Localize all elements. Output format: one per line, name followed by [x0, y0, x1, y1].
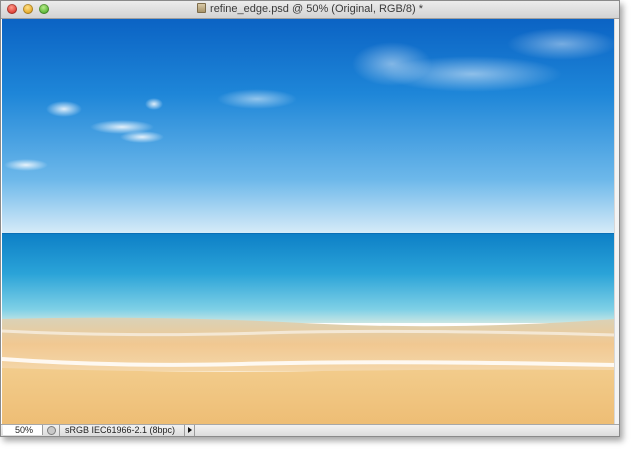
zoom-level-field[interactable]: 50% — [3, 425, 43, 435]
window-title-wrap: refine_edge.psd @ 50% (Original, RGB/8) … — [1, 2, 619, 17]
title-bar[interactable]: refine_edge.psd @ 50% (Original, RGB/8) … — [1, 1, 619, 19]
sea — [2, 233, 615, 323]
status-preview-icon[interactable] — [47, 426, 56, 435]
sand — [2, 368, 615, 426]
photoshop-document-icon — [197, 3, 207, 13]
status-menu-arrow-button[interactable] — [184, 425, 195, 436]
image-canvas[interactable] — [2, 19, 615, 426]
document-window: refine_edge.psd @ 50% (Original, RGB/8) … — [0, 0, 620, 437]
document-profile-label: sRGB IEC61966-2.1 (8bpc) — [59, 425, 183, 436]
status-bar: 50% sRGB IEC61966-2.1 (8bpc) — [1, 424, 619, 436]
vertical-scroll-track[interactable] — [614, 19, 619, 426]
window-title: refine_edge.psd @ 50% (Original, RGB/8) … — [210, 3, 423, 15]
beach-photo — [2, 19, 615, 426]
